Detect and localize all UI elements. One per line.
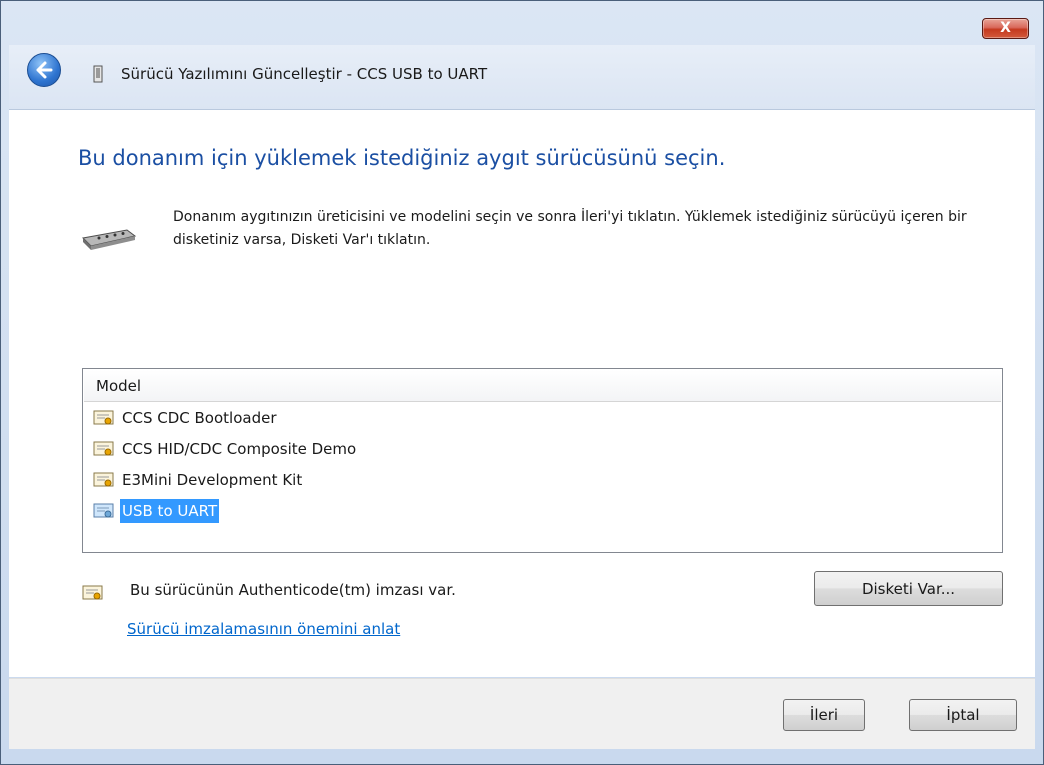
driver-signing-info-link[interactable]: Sürücü imzalamasının önemini anlat (127, 620, 400, 638)
have-disk-button[interactable]: Disketi Var... (814, 571, 1003, 606)
cancel-button[interactable]: İptal (909, 699, 1017, 731)
certificate-icon (93, 503, 114, 518)
nav-header: Sürücü Yazılımını Güncelleştir - CCS USB… (9, 45, 1035, 110)
back-button[interactable] (27, 53, 61, 87)
certificate-icon (93, 472, 114, 487)
usb-device-icon (93, 65, 103, 83)
page-heading: Bu donanım için yüklemek istediğiniz ayg… (78, 146, 726, 170)
title-bar: X (1, 1, 1043, 43)
model-column-label: Model (96, 377, 142, 395)
back-arrow-icon (36, 61, 53, 79)
description-text: Donanım aygıtınızın üreticisini ve model… (173, 209, 967, 248)
content-area: Bu donanım için yüklemek istediğiniz ayg… (9, 110, 1035, 677)
model-column-header[interactable]: Model (84, 370, 1001, 402)
list-item-label: E3Mini Development Kit (122, 471, 303, 489)
serial-port-icon (81, 229, 137, 250)
footer-bar: İleri İptal (9, 678, 1035, 749)
next-button[interactable]: İleri (783, 699, 865, 731)
certificate-icon (82, 585, 103, 600)
certificate-icon (93, 441, 114, 456)
window-title: Sürücü Yazılımını Güncelleştir - CCS USB… (121, 65, 488, 83)
certificate-icon (93, 410, 114, 425)
list-item-label: CCS HID/CDC Composite Demo (122, 440, 357, 458)
model-listbox[interactable]: Model CCS CDC Bootloader CCS HID/CDC Com… (82, 368, 1003, 553)
list-item-label: USB to UART (120, 499, 220, 523)
signature-status-text: Bu sürücünün Authenticode(tm) imzası var… (130, 581, 456, 599)
list-item-label: CCS CDC Bootloader (122, 409, 277, 427)
close-button[interactable]: X (982, 18, 1029, 39)
dialog-window: X Sürücü Yazılımını Güncelleştir - CCS U… (0, 0, 1044, 765)
